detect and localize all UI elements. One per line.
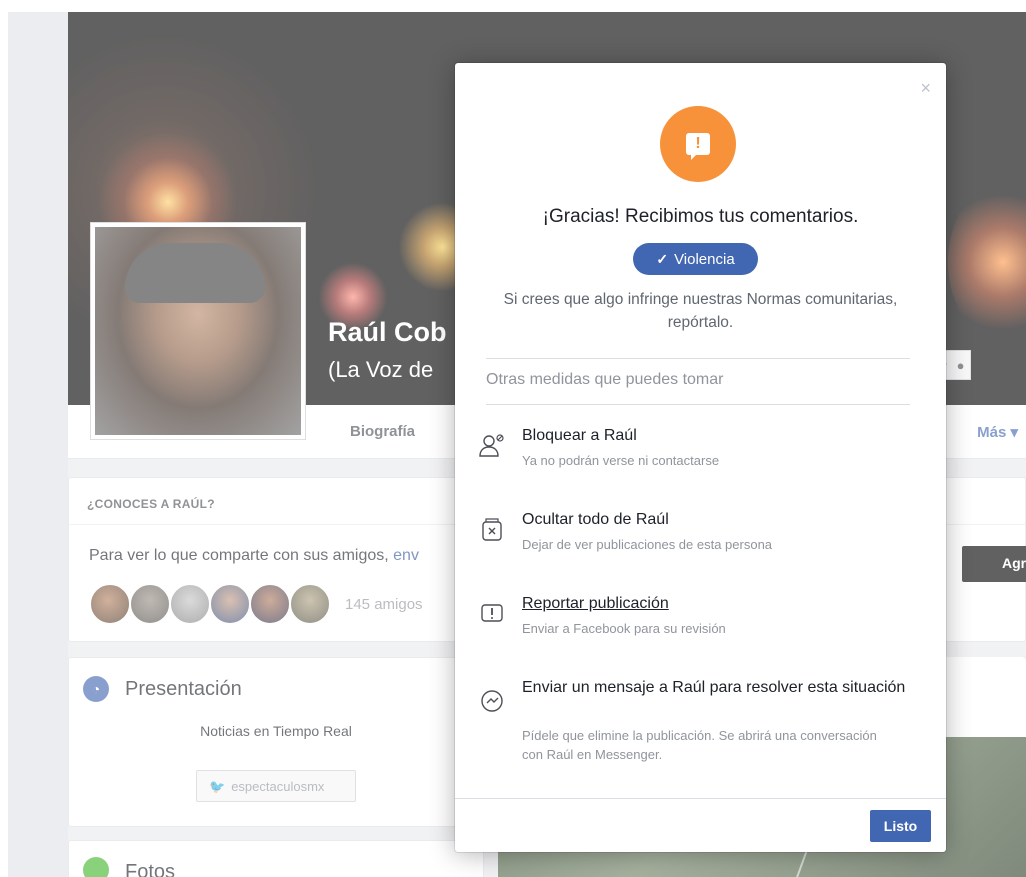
footer-divider <box>455 798 946 799</box>
divider <box>486 358 910 359</box>
hide-all-icon <box>482 518 502 541</box>
report-note: Si crees que algo infringe nuestras Norm… <box>503 291 898 331</box>
report-post-title[interactable]: Reportar publicación <box>522 592 912 615</box>
divider <box>486 404 910 405</box>
messenger-icon <box>481 690 503 712</box>
report-icon <box>481 604 503 622</box>
done-button[interactable]: Listo <box>870 810 931 842</box>
hide-all-action[interactable]: Ocultar todo de Raúl Dejar de ver public… <box>477 508 917 558</box>
block-user-icon <box>479 434 504 457</box>
close-icon[interactable]: × <box>920 79 931 97</box>
block-user-title[interactable]: Bloquear a Raúl <box>522 424 912 447</box>
hide-all-title[interactable]: Ocultar todo de Raúl <box>522 508 912 531</box>
report-post-action[interactable]: Reportar publicación Enviar a Facebook p… <box>477 592 917 642</box>
message-user-title[interactable]: Enviar un mensaje a Raúl para resolver e… <box>522 676 912 699</box>
other-actions-title: Otras medidas que puedes tomar <box>486 371 724 388</box>
hide-all-subtitle: Dejar de ver publicaciones de esta perso… <box>522 537 773 552</box>
check-icon: ✓ <box>656 250 669 267</box>
alert-message-icon: ! <box>686 133 710 160</box>
message-user-action[interactable]: Enviar un mensaje a Raúl para resolver e… <box>477 676 917 771</box>
violence-tag-label: Violencia <box>674 250 735 268</box>
message-user-subtitle: Pídele que elimine la publicación. Se ab… <box>522 728 877 762</box>
thanks-heading: ¡Gracias! Recibimos tus comentarios. <box>542 206 859 227</box>
feedback-dialog: × ! ¡Gracias! Recibimos tus comentarios.… <box>455 63 946 852</box>
report-post-subtitle: Enviar a Facebook para su revisión <box>522 621 726 636</box>
violence-tag[interactable]: ✓ Violencia <box>633 243 758 275</box>
block-user-action[interactable]: Bloquear a Raúl Ya no podrán verse ni co… <box>477 424 917 474</box>
warning-badge: ! <box>660 106 736 182</box>
block-user-subtitle: Ya no podrán verse ni contactarse <box>522 453 720 468</box>
